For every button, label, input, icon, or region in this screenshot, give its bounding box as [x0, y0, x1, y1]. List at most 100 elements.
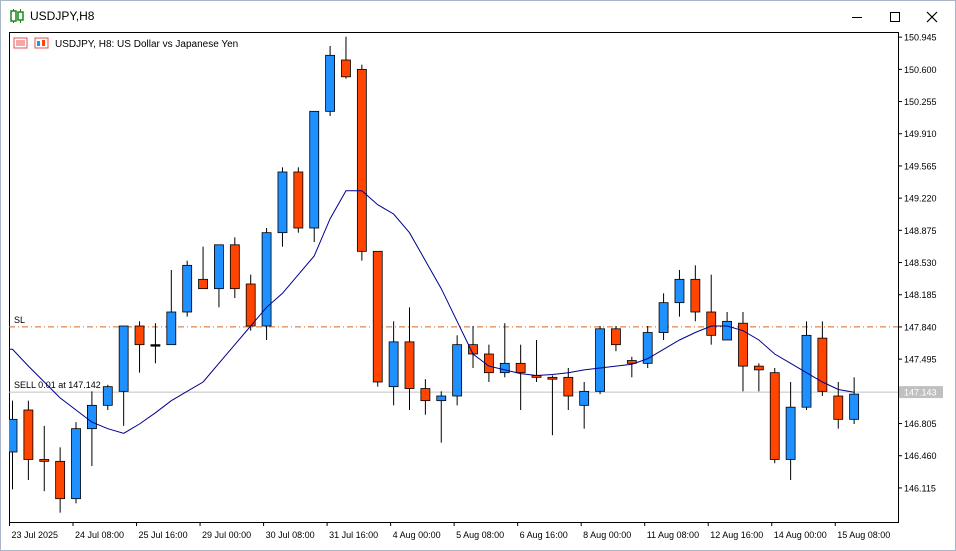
y-tick-label: 146.115 — [904, 483, 936, 493]
chart-symbol-icon — [34, 37, 49, 49]
y-tick-label: 150.255 — [904, 97, 937, 107]
candle-body — [261, 232, 272, 327]
x-tick-label: 23 Jul 2025 — [12, 530, 59, 540]
candle-body — [468, 344, 478, 355]
candle-body — [722, 320, 732, 341]
candle[interactable] — [356, 64, 367, 261]
candle-body — [71, 428, 81, 500]
candle-body — [23, 409, 34, 460]
close-button[interactable] — [916, 1, 948, 32]
stop-loss-label: SL — [14, 315, 25, 325]
candle-body — [372, 250, 383, 383]
candle-body — [214, 244, 224, 290]
y-tick-label: 148.185 — [904, 290, 937, 300]
y-tick-label: 149.910 — [904, 129, 937, 139]
candle-body — [579, 390, 590, 406]
y-tick-label: 148.530 — [904, 258, 937, 268]
y-tick-label: 150.945 — [904, 33, 937, 43]
candle-body — [658, 302, 669, 333]
chart-window: USDJPY,H8 SL SELL 0.01 at 147.142 150.945… — [0, 0, 956, 551]
y-tick-label: 150.600 — [904, 65, 937, 75]
candle-body — [595, 328, 605, 392]
candle[interactable] — [229, 237, 240, 298]
plot-area[interactable] — [9, 32, 899, 523]
candle-body — [674, 278, 685, 304]
x-tick-label: 5 Aug 08:00 — [456, 530, 504, 540]
candle-body — [182, 264, 193, 313]
candle[interactable] — [293, 167, 304, 233]
candle[interactable] — [452, 335, 463, 406]
candle-body — [166, 311, 177, 346]
candle-body — [515, 362, 526, 374]
candle-body — [55, 460, 66, 500]
candle-body — [87, 404, 97, 430]
close-icon — [926, 11, 938, 23]
candle-body — [341, 59, 351, 78]
x-tick-label: 14 Aug 00:00 — [774, 530, 827, 540]
candle[interactable] — [261, 228, 272, 340]
x-tick-label: 11 Aug 08:00 — [647, 530, 699, 540]
candle-body — [325, 54, 336, 112]
candle-body — [356, 68, 367, 252]
candle-body — [452, 344, 463, 397]
y-tick-label: 146.460 — [904, 451, 937, 461]
y-tick-label: 149.565 — [904, 161, 937, 171]
x-tick-label: 12 Aug 16:00 — [710, 530, 763, 540]
x-tick-label: 25 Jul 16:00 — [139, 530, 188, 540]
candle-body — [563, 376, 574, 397]
candle-body — [245, 283, 256, 327]
candle[interactable] — [642, 326, 653, 368]
candle-body — [833, 395, 844, 420]
title-bar[interactable]: USDJPY,H8 — [1, 1, 955, 32]
candle[interactable] — [325, 46, 336, 116]
window-title: USDJPY,H8 — [30, 9, 95, 23]
chart-header-text: USDJPY, H8: US Dollar vs Japanese Yen — [55, 39, 238, 50]
candle-body — [150, 344, 161, 347]
candle-body — [436, 395, 447, 402]
candle-body — [229, 244, 240, 290]
candle-body — [611, 328, 621, 346]
x-tick-label: 15 Aug 08:00 — [837, 530, 890, 540]
candle-body — [404, 341, 415, 389]
candle-body — [420, 388, 431, 402]
candle-body — [39, 459, 50, 462]
candle-body — [102, 386, 113, 406]
x-tick-label: 31 Jul 16:00 — [329, 530, 378, 540]
candle-body — [309, 110, 320, 229]
candle-body — [690, 278, 701, 313]
candle[interactable] — [182, 260, 193, 317]
minimize-button[interactable] — [841, 1, 873, 32]
trade-list-icon — [13, 37, 28, 49]
y-tick-label: 147.495 — [904, 355, 937, 365]
minimize-icon — [852, 17, 862, 18]
candle[interactable] — [769, 368, 780, 464]
candlestick-app-icon — [10, 9, 24, 23]
y-tick-label: 147.840 — [904, 322, 937, 332]
candle-body — [849, 393, 860, 420]
x-tick-label: 6 Aug 16:00 — [520, 530, 568, 540]
candle-body — [134, 325, 145, 346]
candle[interactable] — [595, 326, 605, 395]
chart-header: USDJPY, H8: US Dollar vs Japanese Yen — [13, 37, 238, 50]
candle-body — [785, 406, 796, 460]
sell-order-label: SELL 0.01 at 147.142 — [14, 380, 101, 390]
candle-body — [499, 362, 510, 374]
candle[interactable] — [309, 110, 320, 242]
maximize-button[interactable] — [879, 1, 911, 32]
candle-body — [293, 171, 304, 229]
candle-body — [277, 171, 288, 234]
candle-body — [388, 341, 399, 388]
candle[interactable] — [71, 422, 81, 504]
price-chart[interactable]: SL SELL 0.01 at 147.142 150.945 150.600 150… — [9, 32, 947, 544]
y-tick-label: 146.805 — [904, 419, 937, 429]
candle-body — [9, 418, 18, 453]
maximize-icon — [890, 12, 900, 22]
candle-body — [547, 376, 558, 380]
x-tick-label: 8 Aug 00:00 — [583, 530, 631, 540]
candle[interactable] — [372, 250, 383, 387]
x-tick-label: 29 Jul 00:00 — [202, 530, 251, 540]
y-tick-label: 148.875 — [904, 226, 937, 236]
candle-body — [769, 372, 780, 460]
current-price-label: 147.143 — [904, 388, 937, 398]
candle-body — [118, 325, 129, 392]
